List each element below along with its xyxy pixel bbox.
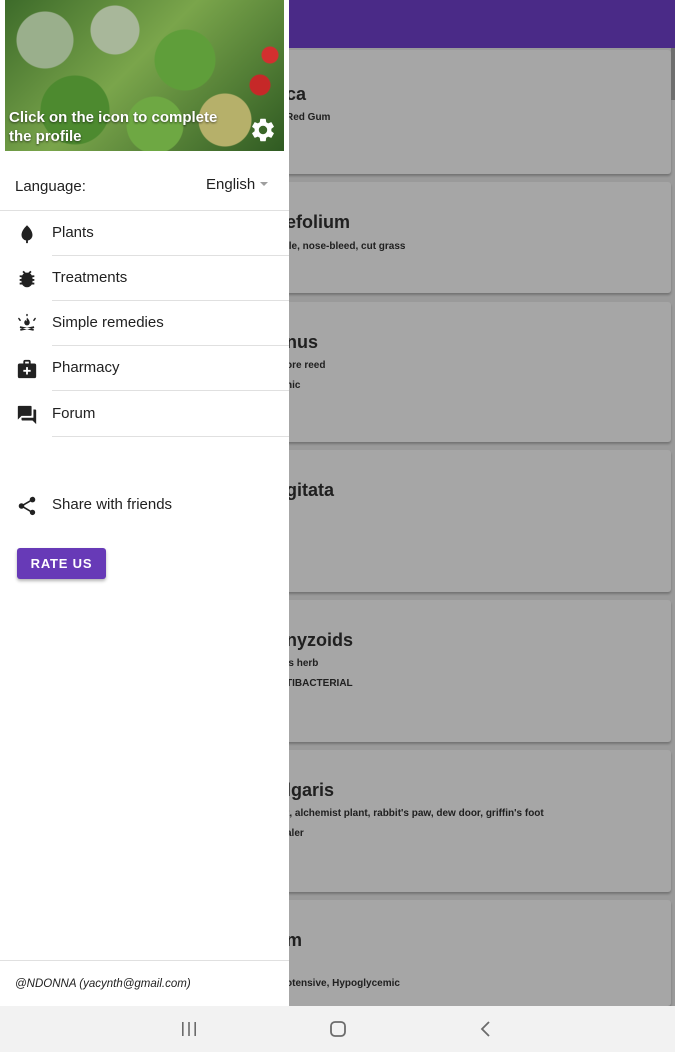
menu-item-treatments[interactable]: Treatments <box>0 256 289 301</box>
menu-item-simple-remedies[interactable]: Simple remedies <box>0 301 289 346</box>
menu-item-label: Simple remedies <box>52 314 164 331</box>
plant-card-properties: otensive, Hypoglycemic <box>286 978 400 989</box>
language-row: Language: English <box>0 165 289 209</box>
language-select[interactable]: English <box>206 176 269 193</box>
system-navigation-bar <box>0 1006 675 1052</box>
dropdown-caret-icon <box>260 182 269 186</box>
menu-item-pharmacy[interactable]: Pharmacy <box>0 346 289 391</box>
bug-icon <box>19 270 35 288</box>
divider <box>52 390 289 391</box>
back-icon[interactable] <box>475 1019 497 1039</box>
plant-card-title: ca <box>286 84 307 104</box>
author-credit: @NDONNA (yacynth@gmail.com) <box>15 978 191 990</box>
recent-apps-icon[interactable] <box>178 1019 200 1039</box>
plant-card-common-names: ore reed <box>286 360 326 371</box>
profile-hint: Click on the icon to complete the profil… <box>9 109 218 145</box>
menu-item-label: Pharmacy <box>52 359 120 376</box>
plant-card-title: efolium <box>286 212 351 232</box>
plant-card-properties: TIBACTERIAL <box>286 678 353 689</box>
plant-card-title: nyzoids <box>286 630 354 650</box>
forum-icon <box>17 405 37 425</box>
menu-item-label: Plants <box>52 224 94 241</box>
share-icon <box>18 496 36 516</box>
menu-item-label: Forum <box>52 405 96 422</box>
scrollbar[interactable] <box>671 48 675 100</box>
gear-icon[interactable] <box>249 116 277 144</box>
plant-card-common-names: Red Gum <box>286 112 331 123</box>
home-icon[interactable] <box>327 1019 349 1039</box>
rate-us-button[interactable]: RATE US <box>17 548 106 579</box>
divider <box>52 436 289 437</box>
plant-card-title: nus <box>286 332 319 352</box>
plant-card-common-names: t, alchemist plant, rabbit's paw, dew do… <box>286 808 544 819</box>
menu-item-forum[interactable]: Forum <box>0 392 289 437</box>
plant-card-title: gitata <box>286 480 335 500</box>
menu-item-label: Treatments <box>52 269 128 286</box>
medical-bag-icon <box>17 359 37 379</box>
campfire-icon <box>18 313 36 331</box>
plant-card-title: lgaris <box>286 780 335 800</box>
plant-card-common-names: lle, nose-bleed, cut grass <box>286 241 406 252</box>
menu-item-plants[interactable]: Plants <box>0 211 289 256</box>
share-with-friends[interactable]: Share with friends <box>0 483 289 528</box>
drawer-header-image[interactable]: Click on the icon to complete the profil… <box>5 0 284 151</box>
share-label: Share with friends <box>52 496 173 513</box>
navigation-drawer: Click on the icon to complete the profil… <box>0 0 289 1006</box>
language-value: English <box>206 176 256 193</box>
divider <box>0 960 289 961</box>
leaf-icon <box>21 225 33 244</box>
language-label: Language: <box>15 178 86 195</box>
plant-card-common-names: 's herb <box>286 658 319 669</box>
